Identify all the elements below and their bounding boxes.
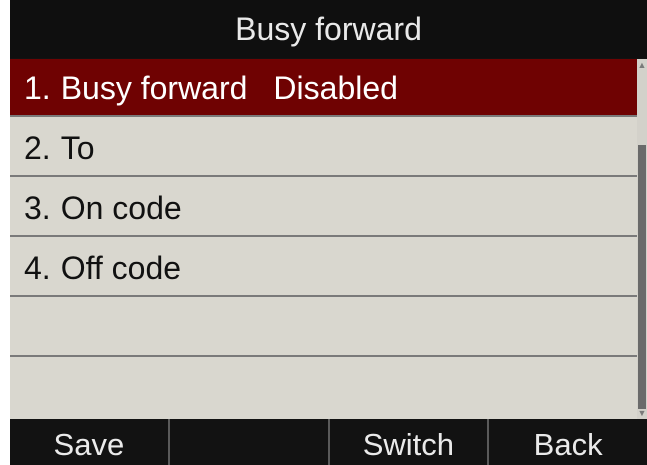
menu-item-number: 3. bbox=[24, 190, 51, 226]
menu-item-label: Busy forward bbox=[60, 70, 248, 106]
menu-item-on-code[interactable]: 3. On code bbox=[10, 179, 637, 237]
menu-item-label: To bbox=[60, 130, 95, 166]
page-title: Busy forward bbox=[10, 0, 647, 58]
menu-item-number: 1. bbox=[24, 70, 51, 106]
scroll-down-arrow-icon: ▼ bbox=[637, 408, 647, 418]
switch-softkey[interactable]: Switch bbox=[330, 419, 490, 465]
menu-item-number: 2. bbox=[24, 130, 51, 166]
phone-screen: Busy forward 1. Busy forward Disabled 2. To… bbox=[10, 0, 647, 465]
save-softkey[interactable]: Save bbox=[10, 419, 170, 465]
menu-item-off-code[interactable]: 4. Off code bbox=[10, 239, 637, 297]
back-softkey[interactable]: Back bbox=[489, 419, 647, 465]
menu-list: 1. Busy forward Disabled 2. To 3. On code 4.… bbox=[10, 59, 637, 419]
menu-item-empty bbox=[10, 299, 637, 357]
scroll-up-arrow-icon: ▲ bbox=[637, 60, 647, 70]
softkey-bar: Save Switch Back bbox=[10, 419, 647, 465]
empty-softkey bbox=[170, 419, 330, 465]
menu-item-empty bbox=[10, 359, 637, 417]
scroll-thumb[interactable] bbox=[638, 145, 646, 409]
menu-item-to[interactable]: 2. To bbox=[10, 119, 637, 177]
menu-item-number: 4. bbox=[24, 250, 51, 286]
menu-item-label: Off code bbox=[60, 250, 182, 286]
scrollbar[interactable]: ▲ ▼ bbox=[637, 59, 647, 419]
menu-item-value: Disabled bbox=[273, 70, 398, 106]
menu-item-busy-forward[interactable]: 1. Busy forward Disabled bbox=[10, 59, 637, 117]
menu-item-label: On code bbox=[60, 190, 182, 226]
